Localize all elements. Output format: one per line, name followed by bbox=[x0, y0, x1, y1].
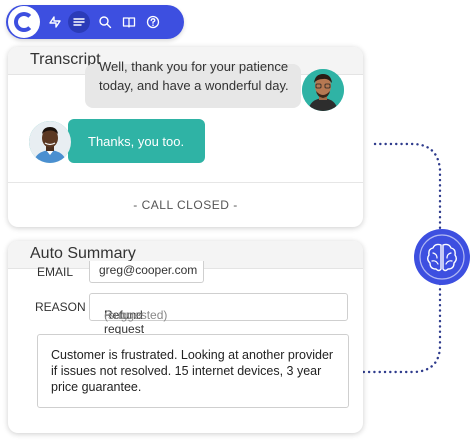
reason-label: REASON bbox=[35, 300, 86, 314]
brain-icon bbox=[419, 234, 465, 280]
auto-summary-panel: Auto Summary EMAIL greg@cooper.com REASO… bbox=[8, 241, 363, 433]
email-value: greg@cooper.com bbox=[99, 263, 198, 277]
summary-notes-text: Customer is frustrated. Looking at anoth… bbox=[51, 348, 334, 394]
ai-badge bbox=[414, 229, 470, 285]
summary-notes-field[interactable]: Customer is frustrated. Looking at anoth… bbox=[37, 334, 349, 408]
email-field[interactable]: greg@cooper.com bbox=[89, 261, 204, 283]
reason-suggested-hint: (suggested) bbox=[104, 308, 168, 322]
email-label: EMAIL bbox=[37, 265, 74, 279]
reason-field[interactable]: Refund request (suggested) bbox=[89, 293, 348, 336]
